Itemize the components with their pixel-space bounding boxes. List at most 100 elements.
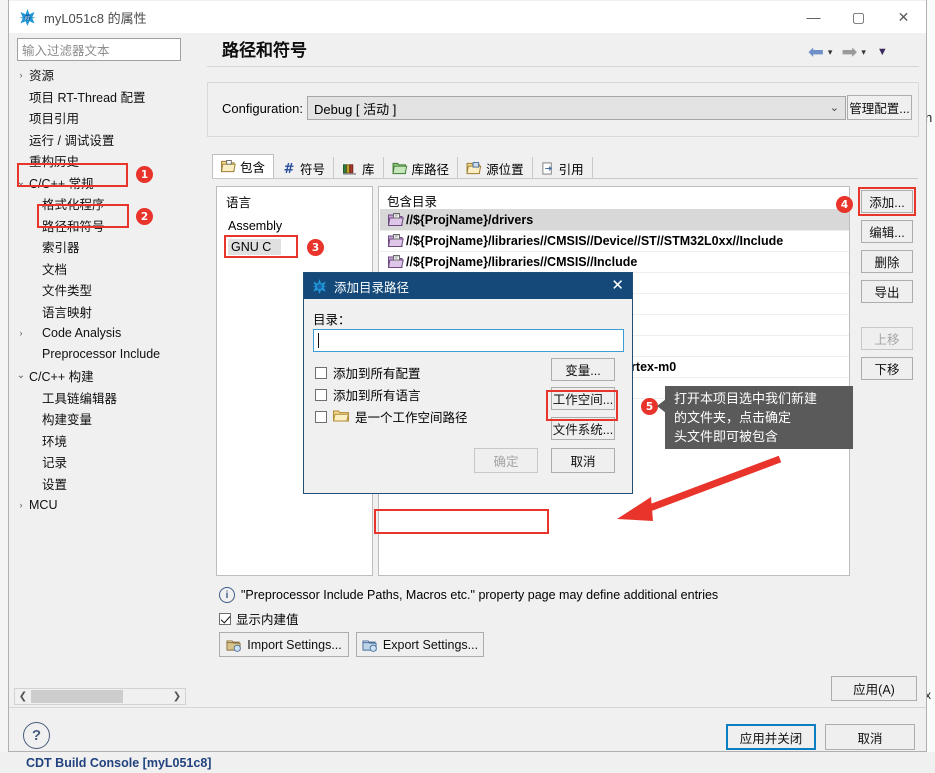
sidebar-item-label: 环境 (42, 434, 68, 449)
export-settings-button[interactable]: Export Settings... (356, 632, 484, 657)
chevron-right-icon[interactable]: › (14, 500, 28, 510)
maximize-icon[interactable]: ▢ (836, 1, 881, 33)
library-icon (342, 162, 358, 175)
show-builtin-checkbox[interactable]: 显示内建值 (219, 609, 299, 628)
checkbox-icon[interactable] (315, 366, 327, 379)
scrollbar-thumb[interactable] (31, 690, 123, 703)
configuration-label: Configuration: (222, 101, 303, 116)
list-button-2[interactable]: 删除 (861, 250, 913, 273)
directory-input[interactable] (313, 329, 624, 352)
checkbox-icon[interactable] (315, 410, 327, 423)
sidebar-item-19[interactable]: 设置 (14, 473, 186, 495)
sidebar-item-10[interactable]: 文件类型 (14, 279, 186, 301)
cdt-build-console-tab[interactable]: CDT Build Console [myL051c8] (26, 756, 286, 773)
back-menu-chevron-icon[interactable]: ▾ (828, 47, 833, 58)
sidebar-item-2[interactable]: 项目引用 (14, 107, 186, 129)
sidebar-item-11[interactable]: 语言映射 (14, 301, 186, 323)
sidebar-item-label: 资源 (29, 69, 55, 84)
sidebar-item-14[interactable]: ⌄ C/C++ 构建 (14, 365, 186, 387)
tab-3[interactable]: 库路径 (383, 157, 459, 179)
cancel-button[interactable]: 取消 (825, 724, 915, 750)
import-icon (226, 640, 242, 652)
list-action-buttons[interactable]: 添加... 编辑... 删除 导出 上移 下移 (861, 190, 913, 580)
forward-menu-chevron-icon[interactable]: ▾ (861, 47, 866, 58)
sidebar-item-15[interactable]: 工具链编辑器 (14, 387, 186, 409)
tooltip-line-3: 头文件即可被包含 (674, 429, 779, 444)
list-button-1[interactable]: 编辑... (861, 220, 913, 243)
scroll-right-icon[interactable]: ❯ (169, 691, 185, 702)
sidebar-item-16[interactable]: 构建变量 (14, 408, 186, 430)
is-workspace-path-checkbox[interactable]: 是一个工作空间路径 (315, 407, 468, 426)
import-settings-button[interactable]: Import Settings... (219, 632, 349, 657)
tab-label: 库路径 (411, 162, 450, 177)
ok-button[interactable]: 确定 (474, 448, 538, 473)
info-message-text: "Preprocessor Include Paths, Macros etc.… (241, 588, 719, 602)
library-path-icon (392, 162, 408, 175)
apply-and-close-button[interactable]: 应用并关闭 (726, 724, 816, 750)
chevron-right-icon[interactable]: › (14, 328, 28, 338)
sidebar-item-17[interactable]: 环境 (14, 430, 186, 452)
back-arrow-icon[interactable]: ⬅ (808, 41, 824, 64)
configuration-select[interactable]: Debug [ 活动 ] ⌄ (307, 96, 846, 120)
pane-splitter[interactable] (193, 34, 197, 707)
help-icon[interactable]: ? (23, 722, 50, 749)
dialog-cancel-button[interactable]: 取消 (551, 448, 615, 473)
add-to-all-languages-checkbox[interactable]: 添加到所有语言 (315, 385, 421, 404)
badge-3: 3 (307, 239, 324, 256)
add-to-all-configurations-checkbox[interactable]: 添加到所有配置 (315, 363, 421, 382)
sidebar-item-1[interactable]: 项目 RT-Thread 配置 (14, 86, 186, 108)
sidebar-item-label: MCU (29, 497, 58, 512)
manage-configurations-button[interactable]: 管理配置... (847, 95, 912, 120)
tab-2[interactable]: 库 (334, 157, 384, 179)
tab-label: 引用 (558, 162, 584, 177)
list-button-5[interactable]: 下移 (861, 357, 913, 380)
checkbox-icon[interactable] (315, 388, 327, 401)
chevron-right-icon[interactable]: › (14, 70, 28, 80)
sidebar-item-label: 项目 RT-Thread 配置 (29, 90, 146, 105)
variables-button[interactable]: 变量... (551, 358, 615, 381)
highlight-box-mydrivers-path (374, 509, 549, 534)
sidebar-item-label: 项目引用 (29, 112, 80, 127)
list-button-4[interactable]: 上移 (861, 327, 913, 350)
window-title-text: myL051c8 的属性 (44, 10, 147, 26)
sidebar-horizontal-scrollbar[interactable]: ❮ ❯ (14, 688, 186, 705)
sidebar-item-3[interactable]: 运行 / 调试设置 (14, 129, 186, 151)
sidebar-item-0[interactable]: › 资源 (14, 64, 186, 86)
sidebar-item-12[interactable]: › Code Analysis (14, 322, 186, 344)
reference-icon (541, 161, 555, 175)
settings-tree[interactable]: › 资源 项目 RT-Thread 配置 项目引用 运行 / 调试设置 重构历史 ⌄ C/C+… (14, 64, 186, 684)
include-folder-icon (387, 212, 404, 227)
text-caret (318, 333, 319, 348)
dialog-close-icon[interactable]: ✕ (611, 276, 624, 294)
include-path-row[interactable]: //${ProjName}/libraries//CMSIS//Device//… (380, 230, 849, 252)
forward-arrow-icon[interactable]: ➡ (841, 41, 857, 64)
filter-input[interactable]: 输入过滤器文本 (17, 38, 181, 61)
sidebar-item-8[interactable]: 索引器 (14, 236, 186, 258)
include-path-row[interactable]: //${ProjName}/libraries//CMSIS//Include (380, 251, 849, 273)
hash-icon: # (282, 162, 296, 175)
tab-5[interactable]: 引用 (532, 157, 593, 179)
language-item-assembly[interactable]: Assembly (228, 219, 282, 233)
is-workspace-path-label: 是一个工作空间路径 (355, 411, 468, 425)
checkbox-icon[interactable] (219, 612, 231, 625)
apply-button[interactable]: 应用(A) (831, 676, 917, 701)
add-to-all-languages-label: 添加到所有语言 (333, 389, 421, 403)
minimize-icon[interactable]: — (791, 1, 836, 33)
tab-1[interactable]: # 符号 (274, 157, 335, 179)
svg-text:RT: RT (25, 16, 30, 21)
list-button-3[interactable]: 导出 (861, 280, 913, 303)
sidebar-item-18[interactable]: 记录 (14, 451, 186, 473)
chevron-down-icon[interactable]: ⌄ (14, 370, 28, 381)
close-icon[interactable]: ✕ (881, 1, 926, 33)
include-path-row[interactable]: //${ProjName}/drivers (380, 209, 849, 231)
scroll-left-icon[interactable]: ❮ (15, 691, 31, 702)
sidebar-item-13[interactable]: Preprocessor Include (14, 344, 186, 366)
tab-0[interactable]: 包含 (212, 154, 275, 179)
view-menu-icon[interactable]: ▼ (877, 46, 888, 58)
tab-4[interactable]: 源位置 (458, 157, 533, 179)
property-tabs[interactable]: 包含 # 符号 库 库路径 源位置 引用 (212, 154, 918, 179)
sidebar-item-20[interactable]: › MCU (14, 494, 186, 516)
highlight-box-cpp-general (17, 163, 128, 187)
sidebar-item-9[interactable]: 文档 (14, 258, 186, 280)
tabs-divider (212, 178, 918, 179)
